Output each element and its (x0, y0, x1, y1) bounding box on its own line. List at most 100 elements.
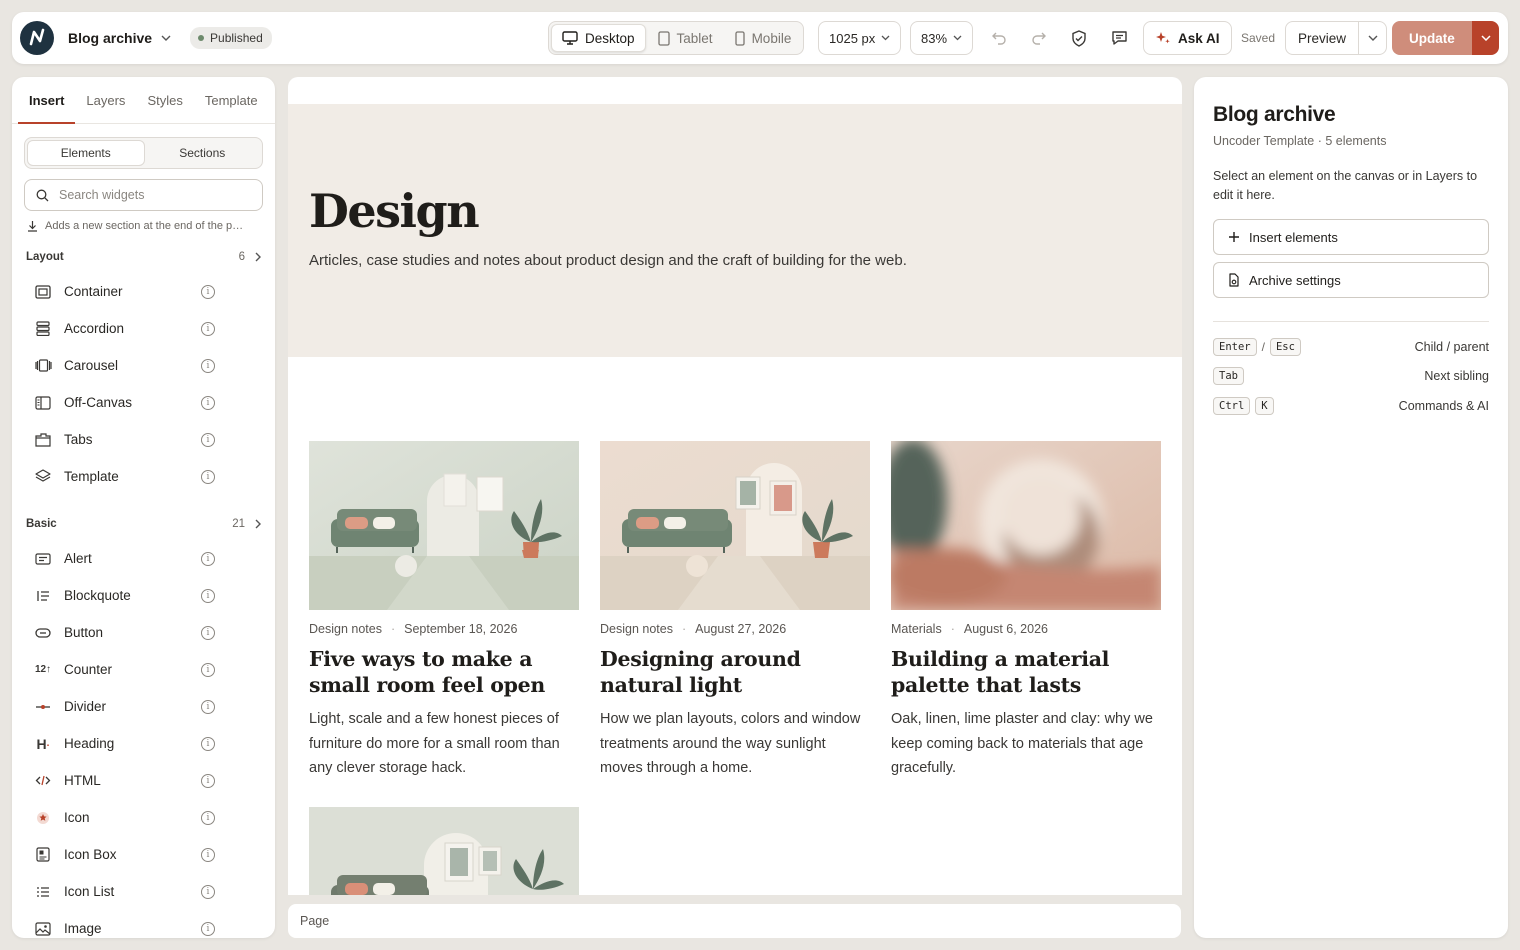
widget-tabs[interactable]: Tabs i (12, 421, 275, 458)
search-input[interactable]: Search widgets (24, 179, 263, 211)
tab-layers[interactable]: Layers (75, 77, 136, 123)
kbd-key: Ctrl (1213, 396, 1251, 415)
info-icon[interactable]: i (201, 432, 215, 447)
update-button-group: Update (1392, 21, 1499, 55)
post-card[interactable]: Materials · August 6, 2026 Building a mate… (891, 441, 1161, 781)
widget-template[interactable]: Template i (12, 458, 275, 495)
chevron-down-icon (1368, 35, 1378, 41)
alert-icon (34, 550, 52, 568)
post-card[interactable]: Design notes · September 18, 2026 Five way… (309, 441, 579, 781)
device-tablet-button[interactable]: Tablet (648, 24, 723, 52)
post-thumbnail[interactable] (891, 441, 1161, 610)
group-layout-header[interactable]: Layout 6 (26, 245, 261, 269)
app-logo-icon[interactable] (20, 21, 54, 55)
shield-icon[interactable] (1067, 26, 1091, 50)
info-icon[interactable]: i (201, 321, 215, 336)
blockquote-icon (34, 587, 52, 605)
page-canvas[interactable]: Design Articles, case studies and notes … (288, 77, 1182, 895)
toggle-sections[interactable]: Sections (145, 140, 261, 166)
post-thumbnail[interactable] (309, 441, 579, 610)
width-select[interactable]: 1025 px (818, 21, 902, 55)
info-icon[interactable]: i (201, 699, 215, 714)
widget-off-canvas[interactable]: Off-Canvas i (12, 384, 275, 421)
widget-accordion[interactable]: Accordion i (12, 310, 275, 347)
widget-divider[interactable]: Divider i (12, 688, 275, 725)
toggle-elements[interactable]: Elements (27, 140, 145, 166)
info-icon[interactable]: i (201, 773, 215, 788)
widget-image[interactable]: Image i (12, 910, 275, 938)
info-icon[interactable]: i (201, 921, 215, 936)
inspector-description: Select an element on the canvas or in La… (1213, 169, 1478, 202)
breadcrumb[interactable]: Page (288, 904, 1181, 938)
post-card[interactable]: Design notes · August 27, 2026 Designing a… (600, 441, 870, 781)
elements-sections-toggle: Elements Sections (24, 137, 263, 169)
shortcut-row: Tab Next sibling (1213, 362, 1489, 392)
post-title[interactable]: Five ways to make a small room feel open (309, 646, 579, 698)
undo-icon[interactable] (987, 26, 1011, 50)
preview-dropdown-button[interactable] (1358, 22, 1386, 54)
post-title[interactable]: Building a material palette that lasts (891, 646, 1161, 698)
widget-carousel[interactable]: Carousel i (12, 347, 275, 384)
update-dropdown-button[interactable] (1472, 21, 1499, 55)
save-status: Saved (1241, 31, 1276, 45)
chevron-right-icon (255, 252, 261, 262)
widget-alert[interactable]: Alert i (12, 540, 275, 577)
post-thumbnail[interactable] (309, 807, 579, 895)
widget-icon-box[interactable]: Icon Box i (12, 836, 275, 873)
tab-styles[interactable]: Styles (136, 77, 193, 123)
widget-heading[interactable]: H. Heading i (12, 725, 275, 762)
archive-description[interactable]: Articles, case studies and notes about p… (309, 252, 907, 269)
archive-title[interactable]: Design (309, 184, 480, 238)
widget-icon-list[interactable]: Icon List i (12, 873, 275, 910)
insert-elements-button[interactable]: Insert elements (1213, 219, 1489, 255)
code-icon (34, 772, 52, 790)
zoom-select[interactable]: 83% (910, 21, 974, 55)
mobile-icon (734, 30, 745, 46)
ask-ai-button[interactable]: Ask AI (1143, 21, 1232, 55)
kbd-key: Esc (1269, 337, 1301, 356)
status-badge: Published (190, 27, 272, 49)
widget-html[interactable]: HTML i (12, 762, 275, 799)
button-icon (34, 624, 52, 642)
archive-hero[interactable]: Design Articles, case studies and notes … (288, 104, 1182, 357)
update-button[interactable]: Update (1392, 21, 1472, 55)
info-icon[interactable]: i (201, 395, 215, 410)
tab-insert[interactable]: Insert (18, 77, 76, 124)
info-icon[interactable]: i (201, 810, 215, 825)
preview-button[interactable]: Preview (1286, 22, 1358, 54)
device-desktop-button[interactable]: Desktop (551, 24, 646, 52)
tab-template[interactable]: Template (194, 77, 269, 123)
comments-icon[interactable] (1107, 26, 1131, 50)
info-icon[interactable]: i (201, 736, 215, 751)
widget-container[interactable]: Container i (12, 273, 275, 310)
info-icon[interactable]: i (201, 469, 215, 484)
shortcut-row: Ctrl K Commands & AI (1213, 391, 1489, 421)
post-card[interactable] (309, 807, 579, 895)
widget-button[interactable]: Button i (12, 614, 275, 651)
insert-hint: Adds a new section at the end of the p… (27, 220, 261, 232)
widget-counter[interactable]: 12↑ Counter i (12, 651, 275, 688)
redo-icon[interactable] (1027, 26, 1051, 50)
archive-settings-button[interactable]: Archive settings (1213, 262, 1489, 298)
widget-blockquote[interactable]: Blockquote i (12, 577, 275, 614)
search-placeholder: Search widgets (59, 188, 145, 202)
top-bar: Blog archive Published Desktop Tablet Mo… (12, 12, 1508, 64)
device-mobile-button[interactable]: Mobile (725, 24, 802, 52)
info-icon[interactable]: i (201, 588, 215, 603)
info-icon[interactable]: i (201, 551, 215, 566)
info-icon[interactable]: i (201, 625, 215, 640)
group-basic-header[interactable]: Basic 21 (26, 512, 261, 536)
device-switcher: Desktop Tablet Mobile (548, 21, 805, 55)
info-icon[interactable]: i (201, 847, 215, 862)
info-icon[interactable]: i (201, 884, 215, 899)
post-title[interactable]: Designing around natural light (600, 646, 870, 698)
info-icon[interactable]: i (201, 662, 215, 677)
info-icon[interactable]: i (201, 358, 215, 373)
icon-box-icon (34, 846, 52, 864)
post-thumbnail[interactable] (600, 441, 870, 610)
divider (1213, 321, 1489, 322)
info-icon[interactable]: i (201, 284, 215, 299)
chevron-down-icon[interactable] (158, 30, 174, 46)
widget-icon[interactable]: Icon i (12, 799, 275, 836)
page-title[interactable]: Blog archive (68, 30, 152, 46)
